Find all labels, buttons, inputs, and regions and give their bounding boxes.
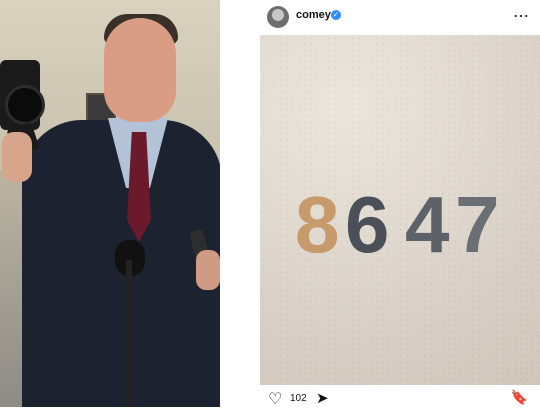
hand-left bbox=[2, 132, 32, 182]
post-actions: ♡ 102 ➤ 🔖 bbox=[220, 388, 540, 409]
username[interactable]: comey bbox=[296, 9, 331, 21]
more-options-icon[interactable]: ⋯ bbox=[513, 6, 530, 26]
man-head bbox=[104, 18, 176, 122]
avatar[interactable] bbox=[267, 6, 289, 28]
hand-right bbox=[196, 250, 220, 290]
instagram-post: comey ✓ ⋯ 8 6 4 7 ♡ 102 ➤ 🔖 bbox=[220, 0, 540, 409]
digit-7: 7 bbox=[455, 180, 502, 269]
bookmark-icon[interactable]: 🔖 bbox=[511, 389, 528, 406]
microphone-pole bbox=[126, 260, 132, 407]
digit-8: 8 bbox=[295, 180, 342, 269]
send-icon[interactable]: ➤ bbox=[316, 389, 329, 407]
digit-4: 4 bbox=[405, 180, 452, 269]
post-header: comey ✓ ⋯ bbox=[220, 0, 540, 34]
post-image[interactable]: 8 6 4 7 bbox=[260, 35, 540, 385]
heart-icon[interactable]: ♡ bbox=[268, 389, 282, 409]
camera-lens bbox=[5, 85, 45, 125]
likes-count: 102 bbox=[290, 393, 307, 404]
digit-6: 6 bbox=[345, 180, 392, 269]
left-news-photo bbox=[0, 0, 220, 407]
digits-in-sand: 8 6 4 7 bbox=[295, 175, 540, 295]
verified-badge-icon: ✓ bbox=[331, 10, 341, 20]
